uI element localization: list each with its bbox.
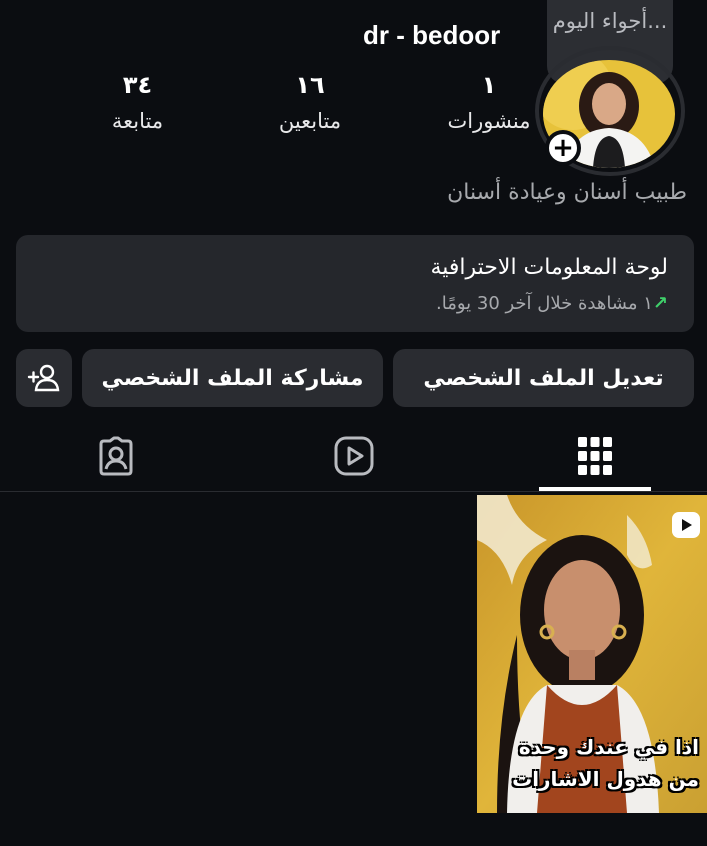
stat-posts[interactable]: ١ منشورات — [404, 70, 574, 136]
grid-icon — [578, 437, 612, 475]
tab-tagged[interactable] — [60, 420, 172, 492]
tab-reels[interactable] — [298, 420, 410, 492]
reel-badge-icon — [671, 511, 701, 543]
profile-tabs — [0, 420, 707, 492]
discover-people-button[interactable] — [16, 349, 72, 407]
active-tab-indicator — [539, 487, 651, 491]
profile-username: dr - bedoor — [363, 20, 501, 50]
post-thumbnail[interactable]: اذا في عندك وحدة من هدول الاشارات — [477, 495, 707, 813]
stat-followers[interactable]: ١٦ متابعين — [225, 70, 395, 136]
stat-following[interactable]: ٣٤ متابعة — [60, 70, 215, 136]
plus-icon: + — [552, 133, 574, 163]
profile-bio: طبيب أسنان وعيادة أسنان — [447, 180, 687, 205]
stat-posts-count: ١ — [481, 71, 497, 99]
tagged-icon — [99, 436, 133, 476]
stat-followers-count: ١٦ — [295, 71, 325, 99]
add-person-icon — [27, 364, 60, 392]
stat-followers-label: متابعين — [278, 109, 342, 133]
tab-grid[interactable] — [539, 420, 651, 492]
professional-dashboard[interactable]: لوحة المعلومات الاحترافية ↗١ مشاهدة خلال… — [16, 235, 694, 332]
dashboard-title: لوحة المعلومات الاحترافية — [430, 255, 668, 280]
dashboard-views: ١ مشاهدة خلال آخر 30 يومًا. — [435, 293, 653, 314]
post-caption: اذا في عندك وحدة من هدول الاشارات — [477, 731, 699, 795]
edit-profile-button[interactable]: تعديل الملف الشخصي — [393, 349, 694, 407]
trend-arrow-icon: ↗ — [652, 293, 668, 314]
share-profile-button[interactable]: مشاركة الملف الشخصي — [82, 349, 383, 407]
stat-posts-label: منشورات — [447, 109, 531, 133]
caption-line-2: من هدول الاشارات — [512, 767, 699, 791]
stat-following-count: ٣٤ — [122, 71, 153, 99]
reels-icon — [334, 436, 374, 476]
stat-following-label: متابعة — [111, 109, 164, 133]
caption-line-1: اذا في عندك وحدة — [518, 735, 699, 759]
dashboard-subtitle: ↗١ مشاهدة خلال آخر 30 يومًا. — [42, 289, 668, 319]
